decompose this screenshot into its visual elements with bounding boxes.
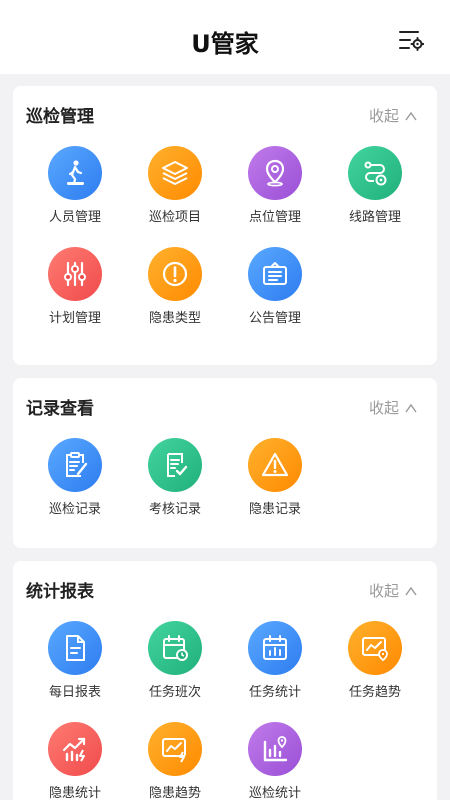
chevron-up-icon — [405, 403, 417, 412]
calendar-clock-icon — [148, 621, 202, 675]
section-patrol-management: 巡检管理 收起 人员管理 巡检项目 点位管理 线路管理 计划管理 隐患类型 公告… — [13, 86, 437, 365]
location-pin-icon — [248, 146, 302, 200]
menu-item-label: 巡检记录 — [48, 502, 101, 517]
chevron-up-icon — [405, 586, 417, 595]
menu-item-label: 任务统计 — [248, 685, 301, 700]
page-title: U管家 — [191, 30, 259, 58]
collapse-label: 收起 — [368, 399, 399, 417]
sliders-icon — [48, 247, 102, 301]
menu-item-patrol-records[interactable]: 巡检记录 — [25, 438, 125, 517]
menu-item-label: 每日报表 — [48, 685, 101, 700]
section-title: 记录查看 — [26, 399, 94, 419]
collapse-button[interactable]: 收起 — [369, 580, 417, 601]
menu-item-inspection-items[interactable]: 巡检项目 — [125, 146, 225, 225]
walking-person-icon — [48, 146, 102, 200]
section-statistics-reports: 统计报表 收起 每日报表 任务班次 任务统计 任务趋势 隐患统计 隐患趋势 巡检… — [13, 561, 437, 800]
menu-item-label: 隐患类型 — [148, 311, 201, 326]
chevron-up-icon — [405, 111, 417, 120]
layers-icon — [148, 146, 202, 200]
menu-item-points[interactable]: 点位管理 — [225, 146, 325, 225]
announcement-board-icon — [248, 247, 302, 301]
collapse-label: 收起 — [368, 107, 399, 125]
app-header: U管家 — [0, 0, 450, 74]
section-title: 统计报表 — [26, 582, 94, 602]
menu-item-task-trends[interactable]: 任务趋势 — [325, 621, 425, 700]
calendar-chart-icon — [248, 621, 302, 675]
route-gear-icon — [348, 146, 402, 200]
menu-item-routes[interactable]: 线路管理 — [325, 146, 425, 225]
menu-item-label: 隐患记录 — [248, 502, 301, 517]
alert-circle-icon — [148, 247, 202, 301]
checklist-icon — [148, 438, 202, 492]
document-icon — [48, 621, 102, 675]
menu-item-label: 公告管理 — [248, 311, 301, 326]
clipboard-edit-icon — [48, 438, 102, 492]
menu-item-plans[interactable]: 计划管理 — [25, 247, 125, 326]
menu-item-label: 隐患统计 — [48, 786, 101, 800]
collapse-button[interactable]: 收起 — [369, 105, 417, 126]
trend-chart-icon — [348, 621, 402, 675]
menu-item-label: 线路管理 — [348, 210, 401, 225]
menu-item-personnel[interactable]: 人员管理 — [25, 146, 125, 225]
trend-alert-icon — [148, 722, 202, 776]
menu-item-task-shifts[interactable]: 任务班次 — [125, 621, 225, 700]
menu-item-hazard-stats[interactable]: 隐患统计 — [25, 722, 125, 800]
bar-location-icon — [248, 722, 302, 776]
menu-item-label: 点位管理 — [248, 210, 301, 225]
menu-item-hazard-trends[interactable]: 隐患趋势 — [125, 722, 225, 800]
menu-item-assessment-records[interactable]: 考核记录 — [125, 438, 225, 517]
menu-item-daily-report[interactable]: 每日报表 — [25, 621, 125, 700]
collapse-button[interactable]: 收起 — [369, 397, 417, 418]
menu-item-label: 巡检项目 — [148, 210, 201, 225]
menu-item-task-stats[interactable]: 任务统计 — [225, 621, 325, 700]
menu-item-hazard-types[interactable]: 隐患类型 — [125, 247, 225, 326]
menu-item-label: 隐患趋势 — [148, 786, 201, 800]
menu-item-label: 任务趋势 — [348, 685, 401, 700]
menu-item-announcements[interactable]: 公告管理 — [225, 247, 325, 326]
section-record-view: 记录查看 收起 巡检记录 考核记录 隐患记录 — [13, 378, 437, 548]
section-title: 巡检管理 — [26, 107, 94, 127]
warning-triangle-icon — [248, 438, 302, 492]
settings-list-icon[interactable] — [398, 28, 425, 52]
menu-item-label: 任务班次 — [148, 685, 201, 700]
collapse-label: 收起 — [368, 582, 399, 600]
menu-item-label: 计划管理 — [48, 311, 101, 326]
menu-item-patrol-stats[interactable]: 巡检统计 — [225, 722, 325, 800]
chart-alert-icon — [48, 722, 102, 776]
menu-item-label: 考核记录 — [148, 502, 201, 517]
menu-item-hazard-records[interactable]: 隐患记录 — [225, 438, 325, 517]
menu-item-label: 人员管理 — [48, 210, 101, 225]
menu-item-label: 巡检统计 — [248, 786, 301, 800]
